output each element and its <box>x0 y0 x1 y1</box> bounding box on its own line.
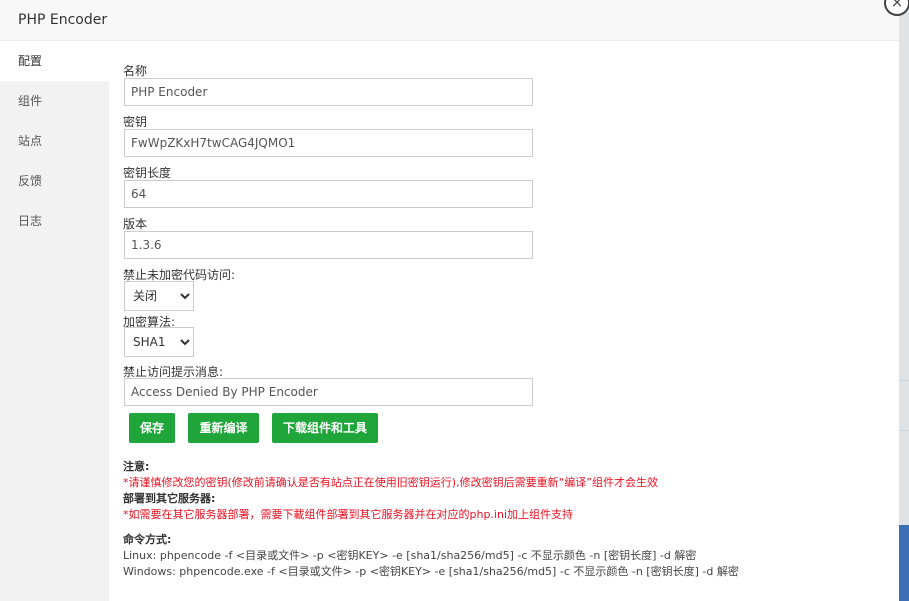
block-unencrypted-select[interactable]: 关闭 <box>124 281 194 311</box>
save-button[interactable]: 保存 <box>129 413 175 443</box>
config-panel: 名称 密钥 密钥长度 版本 禁止未加密代码访问: 关闭 加密算法: SHA1 禁… <box>109 41 899 601</box>
background-blue-panel <box>899 525 909 601</box>
sidebar-item-logs[interactable]: 日志 <box>0 201 109 241</box>
name-label: 名称 <box>123 64 148 78</box>
sidebar: 配置 组件 站点 反馈 日志 <box>0 41 109 601</box>
version-input[interactable] <box>124 231 533 259</box>
attention-text: *请谨慎修改您的密钥(修改前请确认是否有站点正在使用旧密钥运行),修改密钥后需要… <box>123 476 658 489</box>
windows-command: Windows: phpencode.exe -f <目录或文件> -p <密钥… <box>123 565 739 578</box>
deploy-text: *如需要在其它服务器部署，需要下載组件部署到其它服务器并在对应的php.ini加… <box>123 508 574 521</box>
sidebar-item-sites[interactable]: 站点 <box>0 121 109 161</box>
key-length-label: 密钥长度 <box>123 166 172 180</box>
sidebar-item-components[interactable]: 组件 <box>0 81 109 121</box>
key-input[interactable] <box>124 129 533 157</box>
deny-message-input[interactable] <box>124 378 533 406</box>
key-length-input[interactable] <box>124 180 533 208</box>
sidebar-item-config[interactable]: 配置 <box>0 41 109 81</box>
name-input[interactable] <box>124 78 533 106</box>
attention-heading: 注意: <box>123 460 150 473</box>
linux-command: Linux: phpencode -f <目录或文件> -p <密钥KEY> -… <box>123 549 697 562</box>
algorithm-select[interactable]: SHA1 <box>124 327 194 357</box>
dialog-title: PHP Encoder <box>0 0 899 41</box>
php-encoder-dialog: PHP Encoder 配置 组件 站点 反馈 日志 名称 密钥 密钥长度 版本… <box>0 0 899 601</box>
deploy-heading: 部署到其它服务器: <box>123 492 216 505</box>
notes-section: 注意: *请谨慎修改您的密钥(修改前请确认是否有站点正在使用旧密钥运行),修改密… <box>123 459 739 580</box>
download-button[interactable]: 下载组件和工具 <box>272 413 378 443</box>
version-label: 版本 <box>123 217 148 231</box>
background-divider <box>899 380 909 381</box>
sidebar-item-feedback[interactable]: 反馈 <box>0 161 109 201</box>
recompile-button[interactable]: 重新编译 <box>188 413 259 443</box>
command-heading: 命令方式: <box>123 533 172 546</box>
key-label: 密钥 <box>123 115 148 129</box>
background-divider <box>899 430 909 431</box>
background-page-edge <box>899 0 909 601</box>
